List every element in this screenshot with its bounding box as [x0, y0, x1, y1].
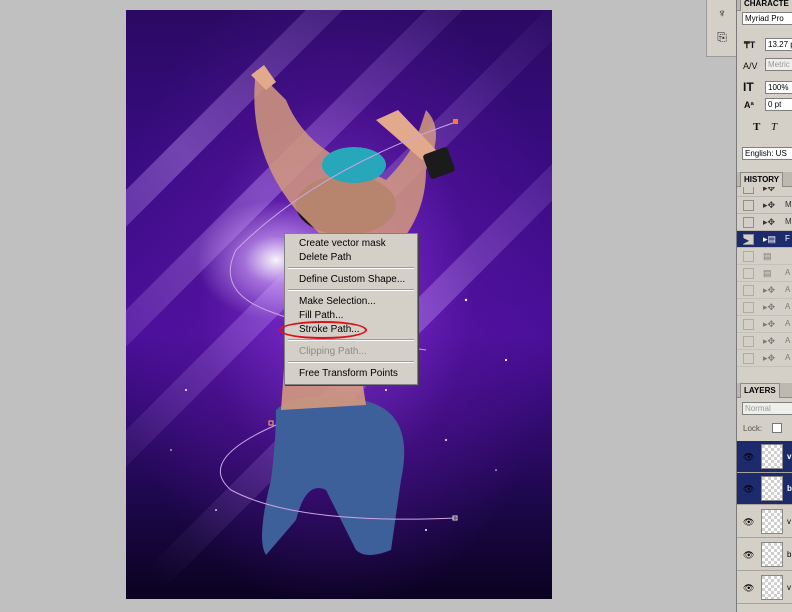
blend-mode-select[interactable]: Normal: [742, 402, 792, 415]
language-field[interactable]: English: US: [742, 147, 792, 160]
history-checkbox[interactable]: [743, 187, 754, 194]
move-icon: ▸✥: [763, 187, 776, 193]
baseline-shift-icon: Aª: [744, 100, 754, 110]
lock-label: Lock:: [743, 424, 763, 433]
move-icon: ▸✥: [763, 353, 776, 363]
history-checkbox[interactable]: [743, 302, 754, 313]
tab-layers[interactable]: LAYERS: [740, 383, 780, 398]
font-size-icon: ₸T: [744, 40, 756, 50]
layers-panel-header: LAYERS: [737, 383, 792, 398]
layer-thumbnail: [761, 509, 783, 534]
menu-item-clipping-path: Clipping Path...: [299, 346, 367, 357]
document-state-icon: ▤: [763, 251, 772, 261]
layer-thumbnail: [761, 444, 783, 469]
layer-thumbnail: [761, 542, 783, 567]
history-row[interactable]: ▸✥ A: [737, 299, 792, 316]
menu-item-fill-path[interactable]: Fill Path...: [299, 310, 343, 321]
move-icon: ▸✥: [763, 217, 776, 227]
history-row[interactable]: ▸✥ M: [737, 214, 792, 231]
font-family-field[interactable]: Myriad Pro: [742, 12, 792, 25]
history-row[interactable]: ▸✥ A: [737, 316, 792, 333]
layer-row[interactable]: 👁 b: [737, 539, 792, 571]
history-checkbox[interactable]: [743, 217, 754, 228]
menu-item-make-selection[interactable]: Make Selection...: [299, 296, 376, 307]
history-row[interactable]: ▸✥ A: [737, 333, 792, 350]
menu-separator: [288, 289, 414, 291]
menu-separator: [288, 339, 414, 341]
history-row[interactable]: ▸✥ A: [737, 282, 792, 299]
history-checkbox[interactable]: [743, 251, 754, 262]
move-icon: ▸✥: [763, 336, 776, 346]
font-size-field[interactable]: 13.27 p: [765, 38, 792, 51]
tab-history[interactable]: HISTORY: [740, 172, 784, 187]
vertical-scale-icon: IT: [743, 80, 754, 94]
history-list[interactable]: ▸✥ ▸✥ M ▸✥ M ▸▤ F ▤ ▤ A ▸✥ A ▸✥ A ▸✥ A ▸✥ A ▸✥ A: [737, 187, 792, 370]
baseline-shift-field[interactable]: 0 pt: [765, 98, 792, 111]
move-icon: ▸✥: [763, 319, 776, 329]
menu-item-free-transform-points[interactable]: Free Transform Points: [299, 368, 398, 379]
visibility-eye-icon[interactable]: 👁: [743, 583, 754, 593]
document-state-icon: ▸▤: [763, 234, 777, 244]
brush-presets-icon[interactable]: ♆: [715, 6, 729, 20]
history-checkbox[interactable]: [743, 353, 754, 364]
menu-item-delete-path[interactable]: Delete Path: [299, 252, 351, 263]
faux-italic-icon[interactable]: T: [771, 122, 777, 133]
faux-bold-icon[interactable]: T: [753, 122, 760, 133]
tab-character[interactable]: CHARACTE: [740, 0, 792, 11]
menu-separator: [288, 267, 414, 269]
layer-row-selected[interactable]: 👁 b: [737, 473, 792, 505]
layer-row-selected[interactable]: 👁 v: [737, 441, 792, 473]
move-icon: ▸✥: [763, 302, 776, 312]
visibility-eye-icon[interactable]: 👁: [743, 550, 754, 560]
layer-row[interactable]: 👁 v: [737, 506, 792, 538]
character-panel-header: CHARACTE: [737, 0, 792, 11]
document-state-icon: ▤: [763, 268, 772, 278]
menu-separator: [288, 361, 414, 363]
layer-thumbnail: [761, 476, 783, 501]
history-panel-header: HISTORY: [737, 172, 792, 187]
visibility-eye-icon[interactable]: 👁: [743, 484, 754, 494]
layer-row[interactable]: 👁 v: [737, 572, 792, 604]
move-icon: ▸✥: [763, 200, 776, 210]
history-row[interactable]: ▸✥ M: [737, 197, 792, 214]
kerning-icon: A/V: [743, 61, 758, 71]
history-row[interactable]: ▤: [737, 248, 792, 265]
history-checkbox[interactable]: [743, 336, 754, 347]
path-anchor-point[interactable]: [268, 420, 274, 426]
path-context-menu: Create vector mask Delete Path Define Cu…: [284, 233, 418, 385]
lock-transparency-checkbox[interactable]: [772, 423, 782, 433]
layer-thumbnail: [761, 575, 783, 600]
menu-item-define-custom-shape[interactable]: Define Custom Shape...: [299, 274, 405, 285]
visibility-eye-icon[interactable]: 👁: [743, 452, 754, 462]
history-checkbox[interactable]: [743, 268, 754, 279]
history-checkbox[interactable]: [743, 285, 754, 296]
vertical-scale-field[interactable]: 100%: [765, 81, 792, 94]
visibility-eye-icon[interactable]: 👁: [743, 517, 754, 527]
history-checkbox[interactable]: [743, 200, 754, 211]
right-panel-dock: CHARACTE Myriad Pro ₸T 13.27 p A/V Metri…: [736, 0, 792, 612]
stroke-path-highlight-ring: [279, 321, 367, 339]
history-state-pointer-icon: ▶: [743, 236, 750, 245]
history-row[interactable]: ▤ A: [737, 265, 792, 282]
history-row[interactable]: ▸✥: [737, 187, 792, 197]
history-row[interactable]: ▸✥ A: [737, 350, 792, 367]
tracking-field[interactable]: Metric: [765, 58, 792, 71]
move-icon: ▸✥: [763, 285, 776, 295]
history-checkbox[interactable]: [743, 319, 754, 330]
menu-item-create-vector-mask[interactable]: Create vector mask: [299, 238, 386, 249]
clone-source-icon[interactable]: ⎘: [715, 30, 729, 44]
docked-panel-strip: ♆ ⎘: [706, 0, 737, 57]
path-anchor-point[interactable]: [453, 119, 458, 124]
